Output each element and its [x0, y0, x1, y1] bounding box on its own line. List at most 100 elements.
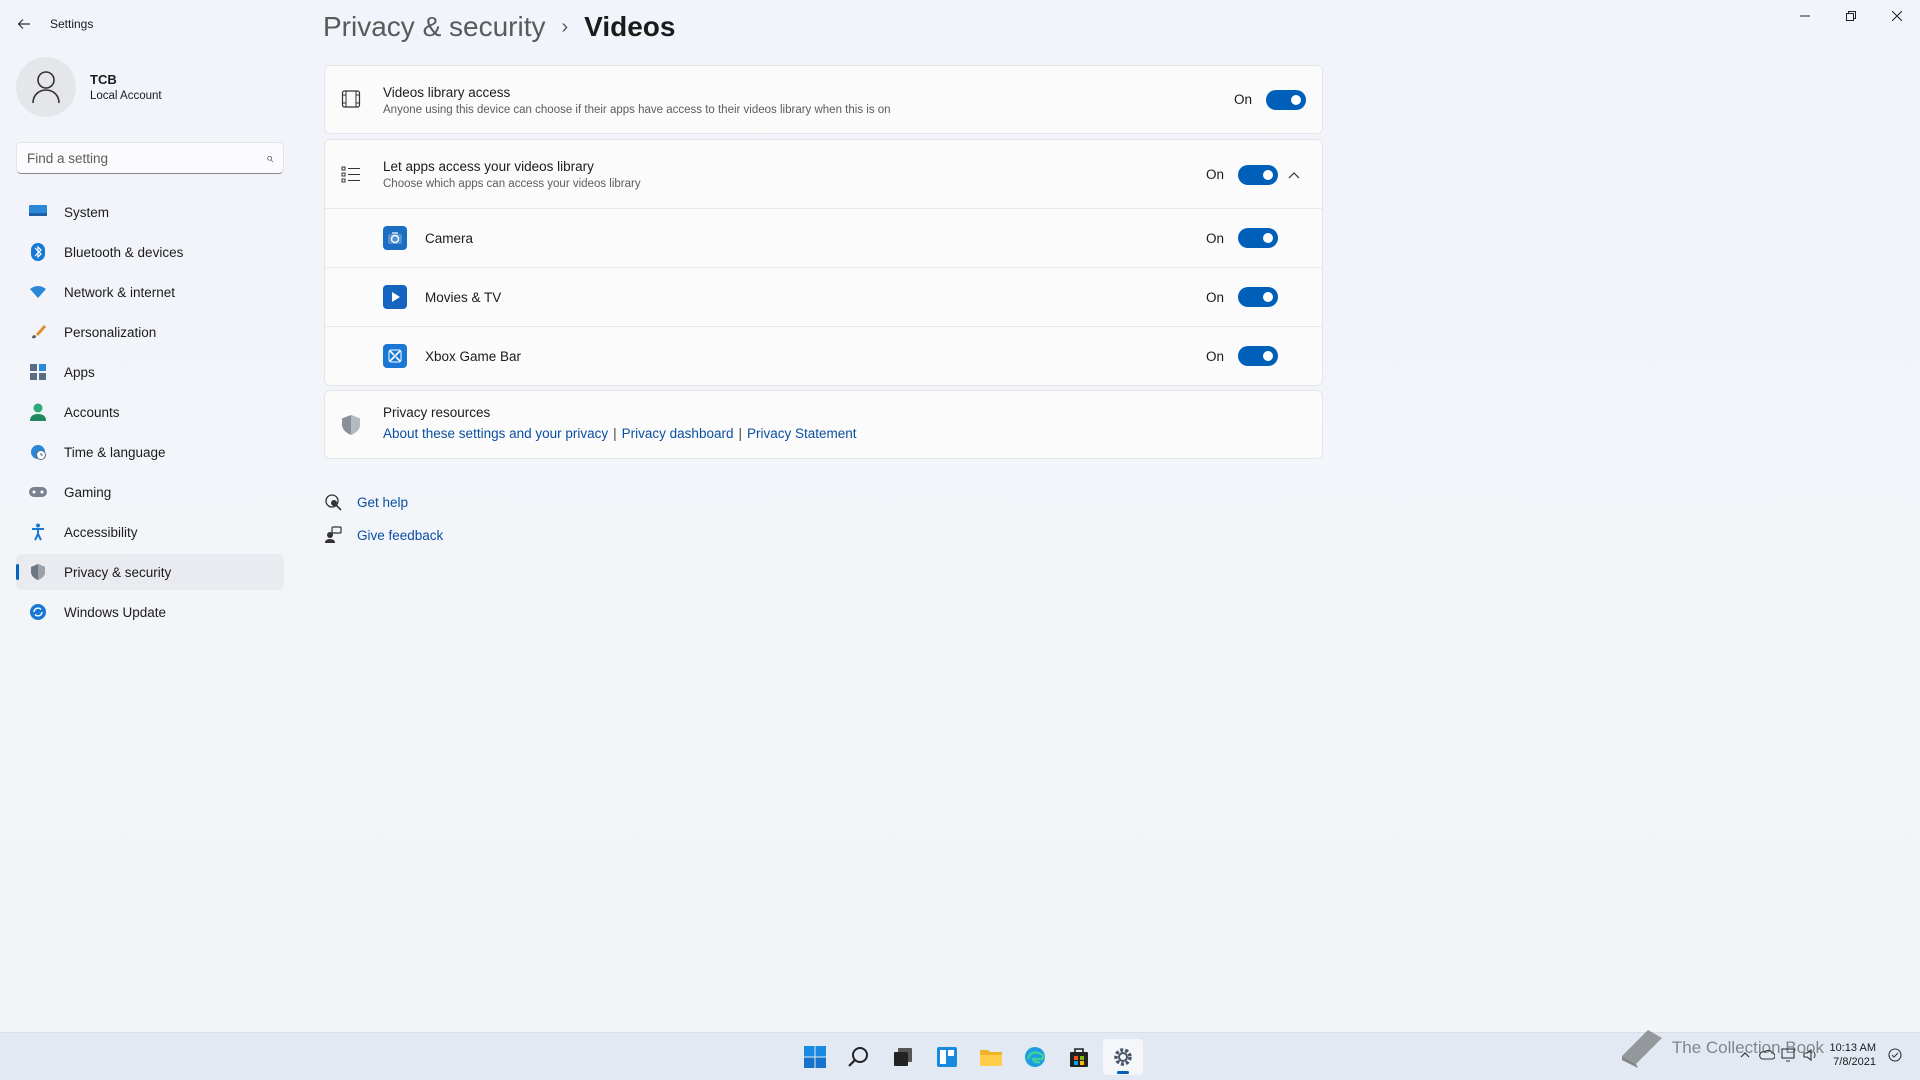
close-icon [1892, 11, 1902, 21]
widgets-icon[interactable] [927, 1039, 967, 1075]
monitor-icon [28, 202, 48, 222]
link-separator: | [738, 426, 742, 441]
back-button[interactable] [10, 10, 38, 38]
minimize-button[interactable] [1782, 0, 1828, 32]
privacy-resources-card: Privacy resources About these settings a… [324, 390, 1323, 459]
shield-icon [28, 562, 48, 582]
person-avatar-icon [32, 71, 60, 104]
let-apps-access-row[interactable]: Let apps access your videos library Choo… [325, 140, 1322, 209]
toggle-state-label: On [1205, 349, 1224, 364]
sidebar-item-gaming[interactable]: Gaming [16, 474, 284, 510]
app-name: Movies & TV [425, 290, 502, 305]
sidebar-item-label: Privacy & security [64, 564, 172, 580]
task-view-icon[interactable] [883, 1039, 923, 1075]
give-feedback-label: Give feedback [357, 527, 444, 543]
book-logo-icon [1621, 1030, 1662, 1068]
wifi-icon [28, 282, 48, 302]
sidebar-item-system[interactable]: System [16, 194, 284, 230]
camera-access-toggle[interactable] [1238, 228, 1278, 248]
restore-icon [1846, 11, 1856, 21]
privacy-dashboard-link[interactable]: Privacy dashboard [622, 426, 734, 441]
get-help-label: Get help [357, 494, 409, 510]
sidebar-item-label: Gaming [64, 484, 112, 500]
let-apps-access-toggle[interactable] [1238, 165, 1278, 185]
app-row-xbox-game-bar: Xbox Game Bar On [325, 327, 1322, 385]
chevron-up-icon[interactable] [1284, 165, 1304, 185]
store-icon[interactable] [1059, 1039, 1099, 1075]
movies-tv-app-icon [383, 285, 407, 309]
feedback-icon [323, 525, 343, 545]
breadcrumb-parent[interactable]: Privacy & security [323, 11, 546, 43]
search-icon[interactable] [839, 1039, 879, 1075]
page-title: Videos [584, 11, 676, 42]
let-apps-access-card: Let apps access your videos library Choo… [324, 139, 1323, 386]
person-icon [28, 402, 48, 422]
breadcrumb-separator: › [561, 15, 569, 38]
restore-button[interactable] [1828, 0, 1874, 32]
xbox-game-bar-access-toggle[interactable] [1238, 346, 1278, 366]
help-icon [323, 492, 343, 512]
taskbar-clock[interactable]: 10:13 AM 7/8/2021 [1830, 1041, 1876, 1069]
toggle-state-label: On [1205, 231, 1224, 246]
app-name: Camera [425, 231, 474, 246]
get-help-link[interactable]: Get help [323, 492, 408, 512]
sidebar-item-privacy-security[interactable]: Privacy & security [16, 554, 284, 590]
search-box[interactable]: ⌕ [16, 142, 284, 174]
shield-icon [339, 413, 363, 437]
sidebar-item-apps[interactable]: Apps [16, 354, 284, 390]
sidebar-item-label: Personalization [64, 324, 157, 340]
sidebar-item-windows-update[interactable]: Windows Update [16, 594, 284, 630]
back-arrow-icon [17, 19, 30, 29]
sidebar-item-network[interactable]: Network & internet [16, 274, 284, 310]
edge-icon[interactable] [1015, 1039, 1055, 1075]
setting-title: Videos library access [383, 85, 511, 100]
setting-description: Choose which apps can access your videos… [383, 178, 641, 190]
apps-icon [28, 362, 48, 382]
toggle-state-label: On [1205, 167, 1224, 182]
xbox-game-bar-app-icon [383, 344, 407, 368]
title-bar: Settings [0, 0, 1920, 48]
give-feedback-link[interactable]: Give feedback [323, 525, 443, 545]
privacy-statement-link[interactable]: Privacy Statement [747, 426, 857, 441]
clock-date: 7/8/2021 [1833, 1056, 1876, 1068]
videos-library-access-toggle[interactable] [1266, 90, 1306, 110]
app-name: Xbox Game Bar [425, 349, 522, 364]
sidebar-item-label: Accounts [64, 404, 120, 420]
breadcrumb: Privacy & security › Videos [323, 11, 675, 43]
user-profile[interactable]: TCB Local Account [16, 57, 162, 117]
notification-icon[interactable] [1884, 1044, 1906, 1066]
about-settings-privacy-link[interactable]: About these settings and your privacy [383, 426, 608, 441]
search-input[interactable] [27, 150, 266, 166]
sidebar-item-label: Accessibility [64, 524, 138, 540]
sidebar-item-bluetooth[interactable]: Bluetooth & devices [16, 234, 284, 270]
sidebar-item-label: Bluetooth & devices [64, 244, 184, 260]
taskbar-pinned-apps [795, 1039, 1147, 1075]
profile-account-type: Local Account [90, 90, 162, 102]
toggle-state-label: On [1205, 290, 1224, 305]
sidebar-item-label: System [64, 204, 110, 220]
privacy-resources-title: Privacy resources [383, 405, 491, 420]
sidebar-item-personalization[interactable]: Personalization [16, 314, 284, 350]
window-controls [1782, 0, 1920, 32]
sidebar-item-label: Apps [64, 364, 95, 380]
sidebar-item-accounts[interactable]: Accounts [16, 394, 284, 430]
clock-time: 10:13 AM [1829, 1042, 1876, 1054]
file-explorer-icon[interactable] [971, 1039, 1011, 1075]
sidebar-item-accessibility[interactable]: Accessibility [16, 514, 284, 550]
list-icon [339, 162, 363, 186]
start-icon[interactable] [795, 1039, 835, 1075]
setting-title: Let apps access your videos library [383, 159, 594, 174]
sidebar-item-time-language[interactable]: Time & language [16, 434, 284, 470]
brush-icon [28, 322, 48, 342]
sidebar-item-label: Windows Update [64, 604, 167, 620]
close-button[interactable] [1874, 0, 1920, 32]
sidebar-item-label: Time & language [64, 444, 166, 460]
toggle-state-label: On [1233, 92, 1252, 107]
accessibility-icon [28, 522, 48, 542]
app-title: Settings [50, 17, 94, 31]
search-icon[interactable]: ⌕ [266, 150, 273, 166]
movies-tv-access-toggle[interactable] [1238, 287, 1278, 307]
globe-clock-icon [28, 442, 48, 462]
app-row-movies-tv: Movies & TV On [325, 268, 1322, 327]
settings-icon[interactable] [1103, 1039, 1143, 1075]
